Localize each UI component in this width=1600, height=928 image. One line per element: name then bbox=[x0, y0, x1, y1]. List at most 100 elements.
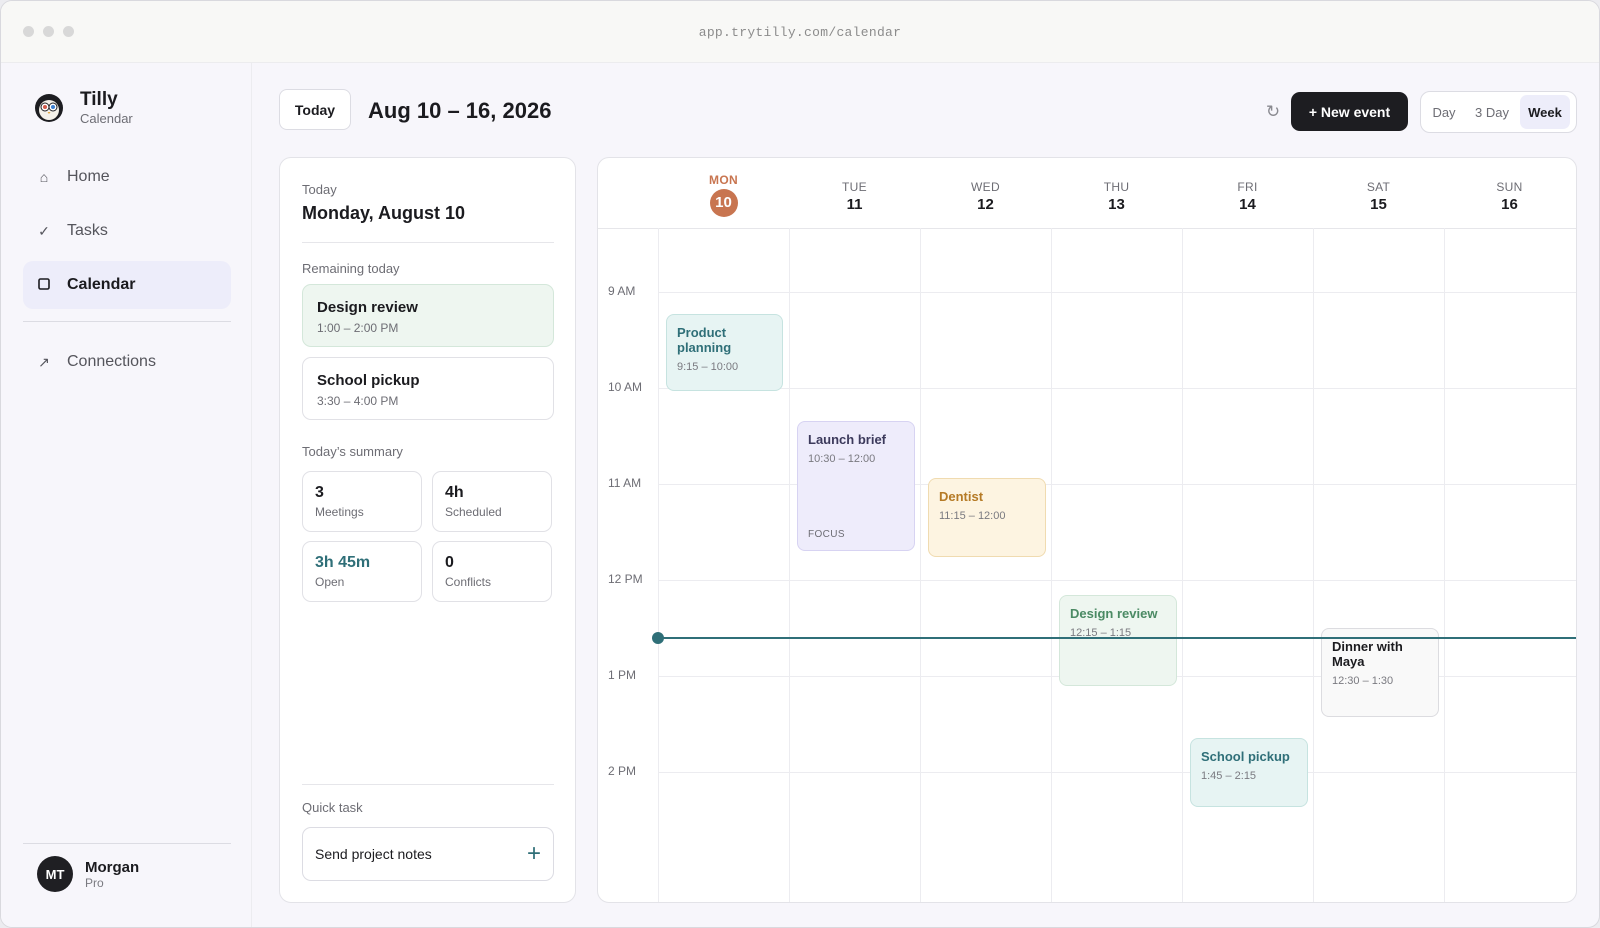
calendar-event-dinner-with-maya[interactable]: Dinner with Maya 12:30 – 1:30 bbox=[1321, 628, 1439, 717]
stat-label: Open bbox=[315, 575, 345, 589]
stat-value: 3 bbox=[315, 484, 324, 501]
divider bbox=[302, 242, 554, 243]
stat-conflicts: 0 Conflicts bbox=[432, 541, 552, 602]
divider bbox=[302, 784, 554, 785]
stat-scheduled: 4h Scheduled bbox=[432, 471, 552, 532]
sidebar-item-label: Connections bbox=[67, 353, 156, 370]
check-icon: ✓ bbox=[38, 222, 50, 239]
event-tag: FOCUS bbox=[808, 529, 845, 540]
date-range-title: Aug 10 – 16, 2026 bbox=[368, 98, 552, 123]
day-name: WED bbox=[971, 180, 1000, 194]
hour-gridline bbox=[658, 772, 1576, 773]
square-icon bbox=[37, 277, 51, 293]
day-header-wed[interactable]: WED 12 bbox=[920, 158, 1051, 228]
day-header-tue[interactable]: TUE 11 bbox=[789, 158, 920, 228]
day-name: SAT bbox=[1366, 180, 1391, 194]
today-panel: Today Monday, August 10 Remaining today … bbox=[279, 157, 576, 903]
event-title: School pickup bbox=[317, 372, 420, 389]
calendar-event-dentist[interactable]: Dentist 11:15 – 12:00 bbox=[928, 478, 1046, 557]
day-column-divider bbox=[1444, 228, 1445, 902]
stat-open: 3h 45m Open bbox=[302, 541, 422, 602]
address-bar[interactable]: app.trytilly.com/calendar bbox=[1, 25, 1599, 40]
day-column-divider bbox=[658, 228, 659, 902]
calendar-event-launch-brief[interactable]: Launch brief 10:30 – 12:00 FOCUS bbox=[797, 421, 915, 551]
new-event-button[interactable]: + New event bbox=[1291, 92, 1408, 131]
remaining-event-card[interactable]: Design review 1:00 – 2:00 PM bbox=[302, 284, 554, 347]
view-day-button[interactable]: Day bbox=[1424, 95, 1464, 129]
day-date: 10 bbox=[709, 189, 738, 217]
day-name: MON bbox=[709, 173, 738, 187]
today-button[interactable]: Today bbox=[279, 89, 351, 130]
quick-task-input[interactable] bbox=[315, 846, 495, 862]
view-week-button[interactable]: Week bbox=[1520, 95, 1570, 129]
stat-value: 4h bbox=[445, 484, 464, 501]
stat-label: Meetings bbox=[315, 505, 364, 519]
hour-label: 9 AM bbox=[608, 284, 636, 298]
sidebar-divider bbox=[23, 321, 231, 322]
calendar-event-design-review[interactable]: Design review 12:15 – 1:15 bbox=[1059, 595, 1177, 686]
plus-icon[interactable]: + bbox=[527, 842, 541, 866]
view-3day-button[interactable]: 3 Day bbox=[1464, 95, 1520, 129]
remaining-event-card[interactable]: School pickup 3:30 – 4:00 PM bbox=[302, 357, 554, 420]
stat-value: 3h 45m bbox=[315, 554, 371, 571]
day-name: TUE bbox=[842, 180, 867, 194]
day-date: 15 bbox=[1370, 196, 1387, 213]
sidebar: Tilly Calendar ⌂ Home ✓ Tasks Calendar ↗ bbox=[1, 63, 252, 927]
day-header-fri[interactable]: FRI 14 bbox=[1182, 158, 1313, 228]
day-header-sat[interactable]: SAT 15 bbox=[1313, 158, 1444, 228]
calendar-event-school-pickup[interactable]: School pickup 1:45 – 2:15 bbox=[1190, 738, 1308, 807]
stat-label: Scheduled bbox=[445, 505, 502, 519]
day-header-sun[interactable]: SUN 16 bbox=[1444, 158, 1575, 228]
app-window: app.trytilly.com/calendar Tilly Calendar… bbox=[0, 0, 1600, 928]
event-time: 11:15 – 12:00 bbox=[939, 510, 1006, 522]
hour-gridline bbox=[658, 388, 1576, 389]
hour-gridline bbox=[658, 580, 1576, 581]
event-title: School pickup bbox=[1201, 749, 1290, 764]
sidebar-nav: ⌂ Home ✓ Tasks Calendar ↗ Connections bbox=[23, 153, 231, 392]
quick-task-label: Quick task bbox=[302, 800, 363, 815]
event-time: 12:30 – 1:30 bbox=[1332, 675, 1394, 687]
day-date: 13 bbox=[1108, 196, 1125, 213]
refresh-icon[interactable]: ↻ bbox=[1263, 102, 1283, 122]
sidebar-item-connections[interactable]: ↗ Connections bbox=[23, 338, 231, 386]
calendar-event-product-planning[interactable]: Product planning 9:15 – 10:00 bbox=[666, 314, 783, 391]
event-time: 1:45 – 2:15 bbox=[1201, 770, 1257, 782]
sidebar-item-label: Tasks bbox=[67, 222, 108, 239]
day-column-divider bbox=[920, 228, 921, 902]
day-column-divider bbox=[789, 228, 790, 902]
day-column-divider bbox=[1182, 228, 1183, 902]
view-switcher: Day 3 Day Week bbox=[1420, 91, 1577, 133]
day-header-thu[interactable]: THU 13 bbox=[1051, 158, 1182, 228]
day-date: 12 bbox=[977, 196, 994, 213]
event-title: Launch brief bbox=[808, 432, 887, 447]
brand-name: Tilly bbox=[80, 89, 118, 110]
sidebar-item-home[interactable]: ⌂ Home bbox=[23, 153, 231, 201]
hour-label: 10 AM bbox=[608, 380, 643, 394]
event-title: Dentist bbox=[939, 489, 984, 504]
day-name: FRI bbox=[1237, 180, 1258, 194]
day-date: 16 bbox=[1501, 196, 1518, 213]
sidebar-item-label: Calendar bbox=[67, 276, 136, 293]
current-time-dot bbox=[652, 632, 664, 644]
sidebar-item-label: Home bbox=[67, 168, 110, 185]
brand: Tilly Calendar bbox=[34, 90, 133, 126]
hour-label: 11 AM bbox=[608, 476, 642, 490]
event-time: 3:30 – 4:00 PM bbox=[317, 394, 399, 408]
today-label: Today bbox=[302, 182, 337, 197]
day-name: THU bbox=[1103, 180, 1130, 194]
day-name: SUN bbox=[1496, 180, 1523, 194]
home-icon: ⌂ bbox=[39, 169, 49, 185]
brand-subtitle: Calendar bbox=[80, 111, 133, 126]
day-header-mon[interactable]: MON 10 bbox=[658, 158, 789, 228]
day-column-divider bbox=[1051, 228, 1052, 902]
sidebar-item-calendar[interactable]: Calendar bbox=[23, 261, 231, 309]
avatar: MT bbox=[37, 856, 73, 892]
day-date: 11 bbox=[846, 196, 863, 213]
stat-label: Conflicts bbox=[445, 575, 492, 589]
event-time: 1:00 – 2:00 PM bbox=[317, 321, 399, 335]
user-profile[interactable]: MT Morgan Pro bbox=[23, 843, 231, 892]
sidebar-item-tasks[interactable]: ✓ Tasks bbox=[23, 207, 231, 255]
current-time-line bbox=[658, 637, 1576, 639]
quick-task-field: + bbox=[302, 827, 554, 881]
remaining-today-label: Remaining today bbox=[302, 261, 400, 276]
